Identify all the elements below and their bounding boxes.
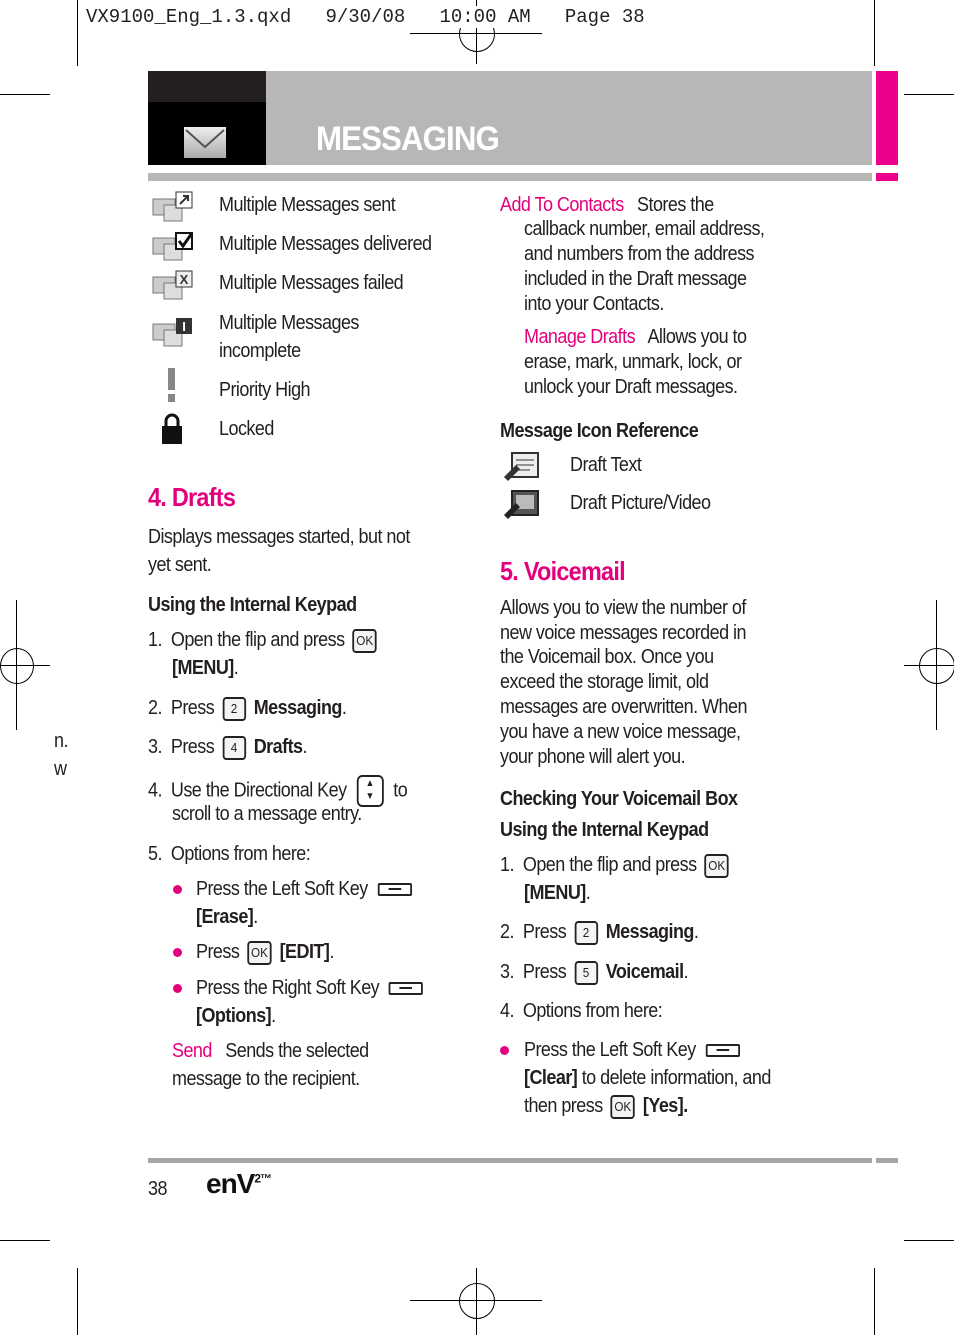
priority-high-icon [152,368,194,402]
drafts-subheading: Using the Internal Keypad [148,594,357,616]
key-4-icon: 4 [222,735,246,760]
svg-text:I: I [182,319,186,334]
icon-label: Locked [219,418,274,440]
ok-key-icon: OK [352,628,377,653]
right-soft-key-icon [389,982,424,996]
svg-text:X: X [180,272,189,287]
left-soft-key-icon [377,883,412,897]
multiple-incomplete-icon: I [152,316,194,348]
voicemail-step-2: 2. Press 2 Messaging. [500,920,699,945]
bullet [173,948,182,957]
margin-text: n. [54,730,68,752]
drafts-description: Displays messages started, but not [148,526,410,548]
drafts-option-3: Press the Right Soft Key [196,976,429,1000]
ok-key-icon: OK [704,853,729,878]
bullet [173,984,182,993]
manage-drafts: Manage Drafts Allows you to [524,326,747,348]
envelope-icon [184,127,226,158]
voicemail-option-1: Press the Left Soft Key [524,1038,745,1062]
bullet [500,1046,509,1055]
voicemail-step-3: 3. Press 5 Voicemail. [500,960,689,985]
left-soft-key-icon [705,1044,740,1058]
margin-text: w [54,758,67,780]
drafts-option-2: Press OK [EDIT]. [196,940,334,965]
section-title: MESSAGING [316,120,500,158]
ok-key-icon: OK [610,1094,635,1119]
draft-picture-video-icon [502,489,544,521]
voicemail-step-1: 1. Open the flip and press OK [500,853,732,878]
ok-key-icon: OK [247,940,272,965]
page-number: 38 [148,1178,167,1200]
draft-text-icon [502,451,544,483]
icon-label: Multiple Messages failed [219,272,404,294]
key-2-icon: 2 [574,920,598,945]
key-2-icon: 2 [222,696,246,721]
drafts-step-2: 2. Press 2 Messaging. [148,696,347,721]
icon-label: Multiple Messages [219,312,359,334]
bullet [173,885,182,894]
drafts-step-1: 1. Open the flip and press OK [148,628,380,653]
drafts-step-3: 3. Press 4 Drafts. [148,735,308,760]
drafts-heading: 4. Drafts [148,482,236,512]
manual-page: VX9100_Eng_1.3.qxd 9/30/08 10:00 AM Page… [0,0,954,1335]
drafts-option-1: Press the Left Soft Key [196,877,417,901]
add-to-contacts: Add To Contacts Stores the [500,194,714,216]
icon-label: Multiple Messages delivered [219,233,432,255]
drafts-description: yet sent. [148,554,212,576]
icon-label: Priority High [219,379,311,401]
send-option: Send Sends the selected [172,1040,369,1062]
multiple-delivered-icon [152,230,194,262]
icon-label: incomplete [219,340,301,362]
icon-label: Multiple Messages sent [219,194,396,216]
voicemail-heading: 5. Voicemail [500,556,626,586]
icon-reference-heading: Message Icon Reference [500,420,699,442]
lock-icon [152,412,194,444]
voicemail-step-4: 4. Options from here: [500,1000,663,1022]
multiple-sent-icon [152,191,194,223]
drafts-step-5: 5. Options from here: [148,843,311,865]
env2-logo: enV2™ [206,1168,272,1199]
print-slug: VX9100_Eng_1.3.qxd 9/30/08 10:00 AM Page… [86,6,645,28]
multiple-failed-icon: X [152,269,194,301]
key-5-icon: 5 [574,960,598,985]
